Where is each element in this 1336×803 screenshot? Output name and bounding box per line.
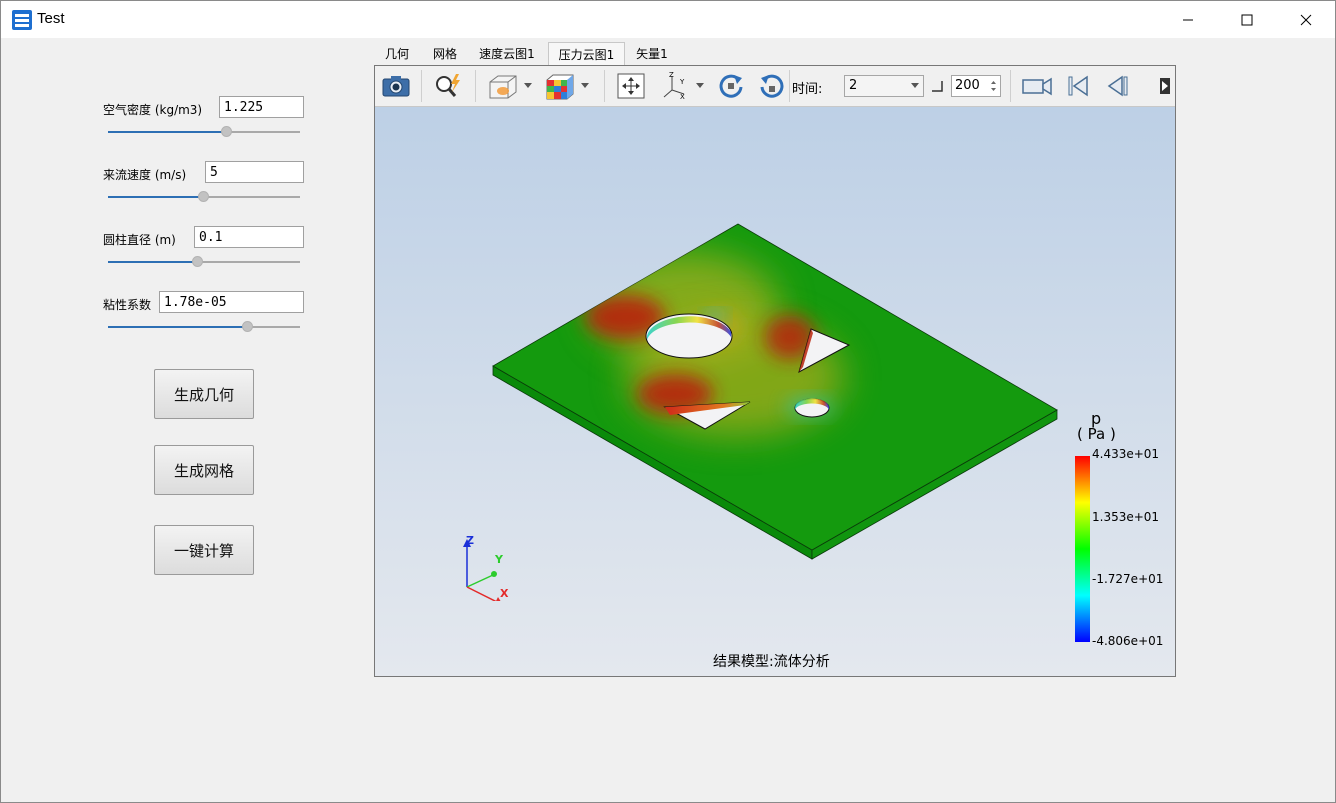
rotate-counterclockwise-button[interactable] <box>756 71 788 101</box>
air-density-slider[interactable] <box>108 126 300 138</box>
magnifier-lightning-icon <box>436 74 460 97</box>
time-select[interactable]: 2 <box>844 75 924 97</box>
generate-mesh-button[interactable]: 生成网格 <box>154 445 254 495</box>
toolbar-separator <box>604 70 605 102</box>
cylinder-diameter-label: 圆柱直径 (m) <box>103 233 176 247</box>
slider-fill <box>108 131 228 133</box>
color-cube-icon <box>546 74 589 100</box>
spin-arrows-icon[interactable] <box>990 79 997 93</box>
viscosity-label: 粘性系数 <box>103 298 152 312</box>
toolbar-separator <box>475 70 476 102</box>
app-window: Test 空气密度 (kg/m3) 来流速度 (m/s) 圆柱直径 (m) <box>0 0 1336 803</box>
camera-icon <box>382 76 410 97</box>
box-display-icon <box>489 75 532 99</box>
tab-velocity-contour[interactable]: 速度云图1 <box>471 42 543 66</box>
tab-vector[interactable]: 矢量1 <box>629 42 675 66</box>
slider-thumb[interactable] <box>242 321 254 332</box>
loop-checkbox-icon[interactable] <box>930 79 944 93</box>
maximize-icon <box>1241 14 1253 25</box>
video-camera-icon <box>1022 77 1052 96</box>
previous-frame-button[interactable] <box>1103 71 1131 101</box>
cylinder-diameter-input[interactable] <box>194 226 304 248</box>
legend-tick-max: 4.433e+01 <box>1092 447 1160 461</box>
legend-tick-2: 1.353e+01 <box>1092 510 1160 524</box>
title-bar: Test <box>1 1 1335 38</box>
screenshot-button[interactable] <box>380 71 412 101</box>
frame-count-value: 200 <box>955 78 980 93</box>
tab-geometry[interactable]: 几何 <box>375 42 419 66</box>
axis-y-label: Y <box>495 553 503 566</box>
color-map-button[interactable] <box>542 71 594 101</box>
flow-speed-input[interactable] <box>205 161 304 183</box>
chevron-down-icon <box>911 83 919 88</box>
legend-unit: ( Pa ) <box>1077 425 1116 443</box>
minimize-button[interactable] <box>1159 1 1217 38</box>
axis-x-label: X <box>500 587 509 600</box>
flow-speed-slider[interactable] <box>108 191 300 203</box>
slider-thumb[interactable] <box>221 126 233 137</box>
cylinder-diameter-slider[interactable] <box>108 256 300 268</box>
step-back-icon <box>1107 75 1128 97</box>
compute-button[interactable]: 一键计算 <box>154 525 254 575</box>
zoom-button[interactable] <box>431 71 465 101</box>
frame-count-spinbox[interactable]: 200 <box>951 75 1001 97</box>
axis-triad <box>463 539 501 601</box>
svg-text:Z: Z <box>669 72 674 79</box>
3d-viewport[interactable]: Z Y X p ( Pa ) 4.433e+01 1.353e+01 -1.72… <box>375 107 1175 676</box>
tab-pressure-contour[interactable]: 压力云图1 <box>548 42 625 66</box>
air-density-label: 空气密度 (kg/m3) <box>103 103 203 117</box>
generate-geometry-button[interactable]: 生成几何 <box>154 369 254 419</box>
close-button[interactable] <box>1277 1 1335 38</box>
svg-text:X: X <box>680 93 685 100</box>
slider-fill <box>108 196 204 198</box>
fit-view-button[interactable] <box>615 71 647 101</box>
legend-tick-min: -4.806e+01 <box>1092 634 1164 648</box>
app-icon <box>12 10 32 30</box>
rotate-clockwise-icon <box>719 74 743 98</box>
tab-mesh[interactable]: 网格 <box>423 42 467 66</box>
toolbar-separator <box>789 70 790 102</box>
parameter-panel: 空气密度 (kg/m3) 来流速度 (m/s) 圆柱直径 (m) 粘性系数 <box>1 38 371 802</box>
result-viewer: Z Y X 时间: 2 200 Z Y X p (Pa) 4.433e+01… <box>374 65 1176 677</box>
flow-speed-label: 来流速度 (m/s) <box>103 168 187 182</box>
axis-view-button[interactable]: Z Y X <box>659 71 709 101</box>
toolbar-separator <box>1010 70 1011 102</box>
minimize-icon <box>1183 19 1193 20</box>
first-frame-button[interactable] <box>1064 71 1092 101</box>
legend-colorbar <box>1075 456 1090 642</box>
result-model-caption: 结果模型:流体分析 <box>713 654 830 670</box>
window-title: Test <box>37 10 65 27</box>
time-select-value: 2 <box>849 78 858 93</box>
slider-thumb[interactable] <box>198 191 209 202</box>
viscosity-slider[interactable] <box>108 321 300 333</box>
viewer-toolbar: Z Y X 时间: 2 200 <box>375 66 1175 107</box>
viscosity-input[interactable] <box>159 291 304 313</box>
axis-z-label: Z <box>466 534 474 547</box>
svg-text:Y: Y <box>679 78 685 86</box>
toolbar-overflow-button[interactable] <box>1157 71 1173 101</box>
close-icon <box>1300 14 1312 25</box>
legend-tick-3: -1.727e+01 <box>1092 572 1164 586</box>
rotate-clockwise-button[interactable] <box>715 71 747 101</box>
rotate-counterclockwise-icon <box>760 74 784 98</box>
record-video-button[interactable] <box>1020 71 1054 101</box>
fit-view-icon <box>617 73 645 99</box>
slider-fill <box>108 326 249 328</box>
slider-thumb[interactable] <box>192 256 204 267</box>
slider-fill <box>108 261 199 263</box>
maximize-button[interactable] <box>1218 1 1276 38</box>
time-label: 时间: <box>792 82 823 97</box>
skip-to-start-icon <box>1068 75 1088 97</box>
toolbar-overflow-icon <box>1160 78 1170 94</box>
axes-icon: Z Y X <box>663 72 704 100</box>
air-density-input[interactable] <box>219 96 304 118</box>
toolbar-separator <box>421 70 422 102</box>
display-mode-button[interactable] <box>485 71 535 101</box>
